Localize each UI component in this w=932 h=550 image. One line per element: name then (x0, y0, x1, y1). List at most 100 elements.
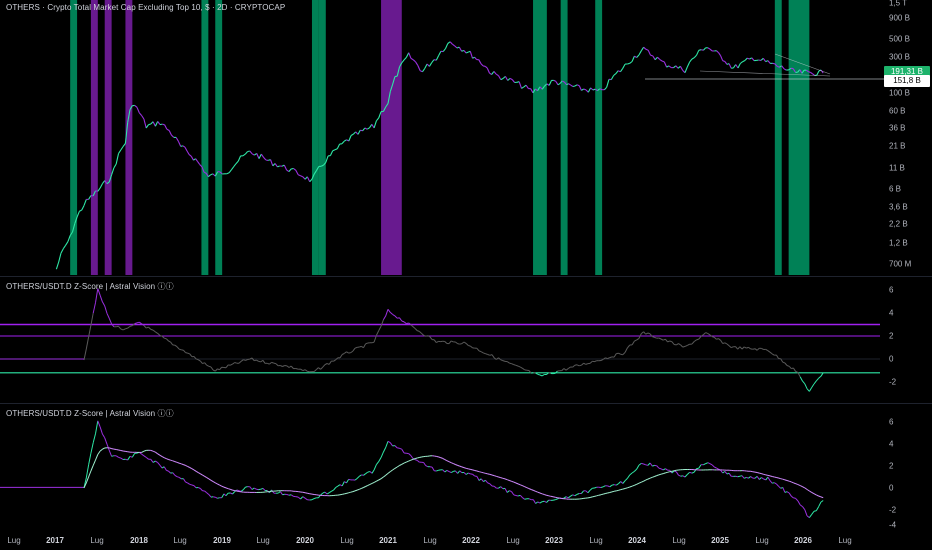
zscore-ma-line-segment (504, 488, 508, 493)
zscore-segment (83, 348, 87, 361)
zscore-ma-line-segment (643, 463, 646, 466)
time-label-month: Lug (755, 536, 769, 545)
moving-average-segment (784, 479, 788, 481)
moving-average-segment (176, 461, 180, 464)
price-line-segment (438, 51, 442, 56)
time-axis[interactable]: Lug 2017 Lug 2018 Lug 2019 Lug 2020 Lug 2021 Lug 20… (0, 532, 932, 550)
price-line-segment (474, 56, 478, 60)
zscore-ma-line-segment (242, 486, 246, 491)
price-line-segment (159, 123, 163, 126)
moving-average-segment (622, 488, 626, 490)
zscore-segment (696, 338, 699, 341)
zscore-segment (170, 341, 174, 346)
moving-average-segment (629, 485, 633, 488)
price-line-segment (703, 47, 707, 51)
zscore-segment (724, 342, 728, 345)
green-zone (318, 0, 326, 275)
price-line-segment (417, 65, 421, 72)
zscore-scale-label: 2 (889, 331, 894, 341)
price-line-segment (603, 86, 608, 91)
zscore-segment (406, 322, 409, 325)
zscore-ma-line-segment (546, 499, 550, 503)
price-line-segment (424, 63, 428, 69)
zscore-ma-line-segment (463, 472, 467, 475)
price-line-segment (469, 51, 474, 59)
zscore-ma-line-segment (376, 461, 380, 465)
price-line-segment (341, 140, 345, 145)
price-line-segment (574, 84, 578, 87)
zscore-segment (687, 343, 690, 346)
zscore-ma-line-segment (485, 479, 489, 484)
time-label-month: Lug (672, 536, 686, 545)
zscore-segment (713, 336, 717, 340)
zscore-ma-line-segment (359, 474, 362, 477)
zscore-ma-line-segment (367, 471, 371, 473)
moving-average-segment (533, 489, 536, 492)
moving-average-segment (206, 477, 210, 480)
moving-average-segment (387, 471, 391, 474)
zscore-segment (382, 315, 387, 321)
zscore-segment (792, 367, 796, 372)
zscore-ma-line-segment (240, 489, 244, 492)
zscore-chart[interactable] (0, 277, 932, 402)
zscore-segment (354, 346, 358, 349)
zscore-ma-line-segment (716, 467, 719, 470)
zscore-ma-line-segment (337, 484, 341, 487)
moving-average-segment (396, 465, 400, 468)
main-price-chart[interactable] (0, 0, 932, 275)
moving-average-segment (463, 467, 467, 469)
price-line-segment (184, 146, 188, 152)
price-line-segment (55, 261, 60, 270)
zscore-ma-line-segment (782, 487, 786, 493)
zscore-pane[interactable]: OTHERS/USDT.D Z-Score | Astral Vision ⓘⓘ… (0, 277, 932, 402)
zscore-ma-line-segment (155, 460, 158, 464)
price-line-segment (295, 170, 299, 176)
zscore-segment (187, 352, 190, 355)
zscore-segment (647, 332, 651, 335)
zscore-ma-line-segment (168, 470, 171, 474)
time-label-year: 2025 (711, 536, 729, 545)
price-line-segment (168, 130, 172, 136)
zscore-ma-line-segment (790, 495, 794, 499)
zscore-ma-chart[interactable] (0, 404, 932, 531)
moving-average-segment (809, 490, 812, 493)
zscore-ma-line-segment (371, 469, 375, 474)
price-scale-label: 11 B (889, 163, 905, 173)
zscore-segment (286, 365, 290, 368)
zscore-ma-line-segment (348, 478, 351, 481)
zscore-ma-line-segment (104, 437, 108, 445)
zscore-segment (127, 325, 131, 329)
zscore-ma-line-segment (483, 479, 486, 483)
zscore-ma-line-segment (95, 420, 99, 434)
zscore-ma-line-segment (249, 486, 253, 490)
zscore-segment (254, 359, 257, 362)
price-line-segment (325, 155, 329, 163)
price-scale-label: 2,2 B (889, 219, 908, 229)
moving-average-segment (667, 471, 670, 473)
price-line-segment (781, 65, 785, 70)
time-label-month: Lug (838, 536, 852, 545)
zscore-segment (378, 325, 382, 331)
zscore-ma-line-segment (658, 467, 662, 470)
moving-average-segment (155, 451, 158, 455)
zscore-segment (324, 363, 328, 366)
moving-average-segment (550, 495, 554, 498)
price-scale-label: 900 B (889, 13, 910, 23)
main-price-pane[interactable]: OTHERS · Crypto Total Market Cap Excludi… (0, 0, 932, 275)
zscore-ma-line-segment (500, 486, 504, 490)
time-label-month: Lug (7, 536, 21, 545)
moving-average-segment (774, 476, 777, 478)
price-line-segment (808, 71, 811, 73)
price-line-segment (145, 124, 149, 129)
zscore-segment (799, 376, 803, 382)
zscore-ma-line-segment (728, 472, 732, 477)
price-line-segment (362, 127, 366, 132)
zscore-segment (139, 321, 142, 325)
price-line-segment (739, 61, 743, 64)
zscore-ma-pane[interactable]: OTHERS/USDT.D Z-Score | Astral Vision ⓘⓘ… (0, 404, 932, 531)
zscore-ma-line-segment (684, 474, 688, 478)
zscore-ma-line-segment (767, 476, 771, 481)
moving-average-segment (528, 488, 532, 490)
zscore-ma-line-segment (813, 510, 817, 512)
price-line-segment (454, 45, 458, 49)
